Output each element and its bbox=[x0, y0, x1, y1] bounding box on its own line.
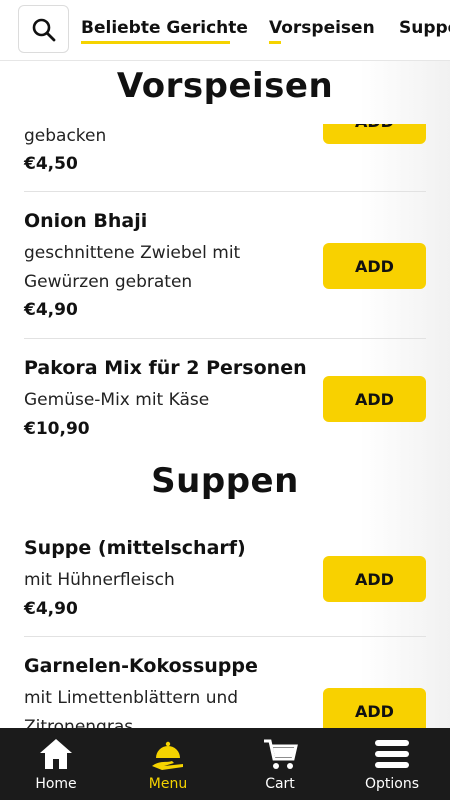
nav-home[interactable]: Home bbox=[0, 728, 112, 800]
nav-cart[interactable]: Cart bbox=[224, 728, 336, 800]
item-price: €4,90 bbox=[24, 599, 78, 619]
item-price: €4,50 bbox=[24, 154, 78, 174]
tab-label: Vorspeisen bbox=[269, 18, 375, 38]
item-name: Garnelen-Kokossuppe bbox=[24, 655, 258, 677]
tab-active-underline bbox=[81, 41, 230, 44]
nav-menu[interactable]: Menu bbox=[112, 728, 224, 800]
item-divider bbox=[24, 636, 426, 637]
item-name: Suppe (mittelscharf) bbox=[24, 537, 246, 559]
search-icon bbox=[32, 18, 56, 42]
item-description: mit Limettenblättern und Zitronengras bbox=[24, 688, 239, 728]
item-price: €10,90 bbox=[24, 419, 90, 439]
nav-label: Home bbox=[35, 776, 77, 792]
search-button[interactable] bbox=[18, 5, 69, 53]
tab-label: Beliebte Gerichte bbox=[81, 18, 248, 38]
tab-underline bbox=[269, 41, 281, 44]
add-button[interactable]: ADD bbox=[323, 556, 426, 602]
item-description: mit Hühnerfleisch bbox=[24, 570, 175, 590]
section-title: Vorspeisen bbox=[116, 66, 334, 106]
add-button[interactable]: ADD bbox=[323, 688, 426, 728]
section-title: Suppen bbox=[151, 461, 299, 501]
tab-beliebte-gerichte[interactable]: Beliebte Gerichte bbox=[81, 18, 248, 44]
item-price: €4,90 bbox=[24, 300, 78, 320]
item-description: geschnittene Zwiebel mit Gewürzen gebrat… bbox=[24, 243, 241, 292]
tab-suppen[interactable]: Suppen bbox=[399, 18, 450, 38]
options-icon bbox=[375, 740, 409, 768]
nav-label: Options bbox=[364, 776, 420, 792]
item-description: gebacken bbox=[24, 126, 107, 146]
add-button[interactable]: ADD bbox=[323, 376, 426, 422]
category-bar: Beliebte Gerichte Vorspeisen Suppen bbox=[0, 0, 450, 61]
item-divider bbox=[24, 338, 426, 339]
item-description: Gemüse-Mix mit Käse bbox=[24, 390, 210, 410]
bottom-navigation: Home Menu Cart Options bbox=[0, 728, 450, 800]
tab-vorspeisen[interactable]: Vorspeisen bbox=[269, 18, 375, 44]
item-name: Onion Bhaji bbox=[24, 210, 148, 232]
cart-icon bbox=[264, 739, 298, 769]
nav-label: Cart bbox=[265, 776, 295, 792]
nav-options[interactable]: Options bbox=[336, 728, 448, 800]
menu-list[interactable]: Vorspeisen gebacken €4,50 ADD Onion Bhaj… bbox=[0, 60, 450, 728]
home-icon bbox=[40, 739, 72, 769]
tab-label: Suppen bbox=[399, 18, 450, 38]
nav-label: Menu bbox=[148, 776, 188, 792]
add-button[interactable]: ADD bbox=[323, 243, 426, 289]
item-divider bbox=[24, 191, 426, 192]
menu-icon bbox=[152, 741, 183, 770]
item-name: Pakora Mix für 2 Personen bbox=[24, 357, 307, 379]
